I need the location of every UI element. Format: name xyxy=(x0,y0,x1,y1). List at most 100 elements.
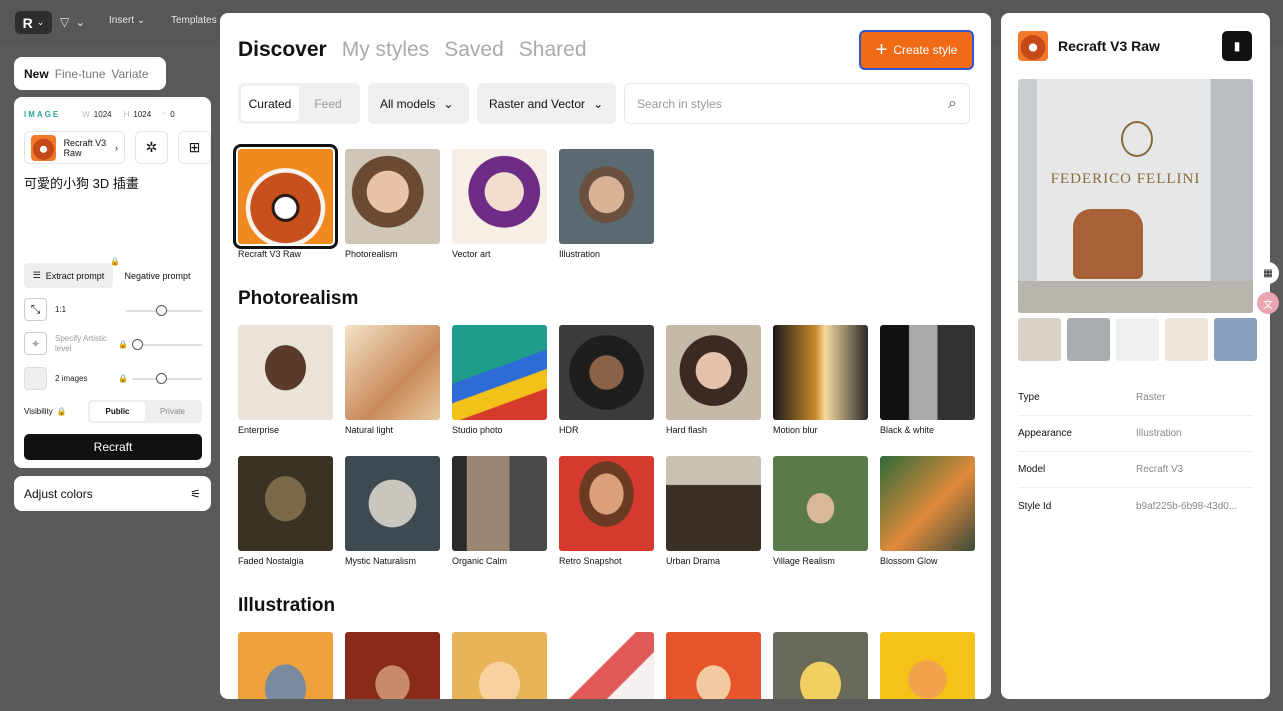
sparkle-icon: ✦ xyxy=(24,332,47,355)
prop-type: Type Raster xyxy=(1018,380,1253,416)
search-icon: ⌕ xyxy=(948,94,957,112)
insert-menu[interactable]: Insert ⌄ xyxy=(109,15,145,26)
prompt-input[interactable]: 可愛的小狗 3D 插畫 xyxy=(24,173,139,192)
seed-input[interactable]: 0 xyxy=(170,110,174,119)
style-card-illustration[interactable]: Illustration xyxy=(559,149,654,259)
prop-key: Type xyxy=(1018,392,1040,403)
style-card-blossom-glow[interactable]: Blossom Glow xyxy=(880,456,975,566)
preview-thumbnail[interactable] xyxy=(1116,318,1159,361)
style-card-label: Natural light xyxy=(345,425,394,435)
aspect-ratio-icon[interactable]: ⤡ xyxy=(24,298,47,321)
search-placeholder: Search in styles xyxy=(637,96,722,111)
style-card-faded-nostalgia[interactable]: Faded Nostalgia xyxy=(238,456,333,566)
style-card-illustration-5[interactable] xyxy=(666,632,761,699)
brand-text: FEDERICO FELLINI xyxy=(1050,171,1201,187)
style-card-illustration-1[interactable] xyxy=(238,632,333,699)
tab-saved[interactable]: Saved xyxy=(444,38,504,62)
extract-prompt-label: Extract prompt xyxy=(45,270,105,281)
style-card-hard-flash[interactable]: Hard flash xyxy=(666,325,761,435)
add-image-button[interactable]: ⊞ xyxy=(178,131,211,164)
ratio-slider[interactable] xyxy=(126,305,202,316)
qr-code-icon[interactable]: ▦ xyxy=(1257,262,1279,284)
style-card-organic-calm[interactable]: Organic Calm xyxy=(452,456,547,566)
model-filter-dropdown[interactable]: All models ⌄ xyxy=(368,83,469,124)
style-card-studio-photo[interactable]: Studio photo xyxy=(452,325,547,435)
featured-grid: Recraft V3 Raw Photorealism Vector art I… xyxy=(233,144,654,259)
style-card-image xyxy=(345,325,440,420)
width-input[interactable]: 1024 xyxy=(94,110,112,119)
images-slider[interactable] xyxy=(132,373,202,384)
style-card-image xyxy=(238,456,333,551)
style-card-hdr[interactable]: HDR xyxy=(559,325,654,435)
style-card-illustration-7[interactable] xyxy=(880,632,975,699)
preview-thumbnail[interactable] xyxy=(1165,318,1208,361)
style-title: Recraft V3 Raw xyxy=(1018,31,1160,61)
style-card-mystic-naturalism[interactable]: Mystic Naturalism xyxy=(345,456,440,566)
preview-thumbnail[interactable] xyxy=(1018,318,1061,361)
style-card-photorealism[interactable]: Photorealism xyxy=(345,149,440,259)
style-card-image xyxy=(238,325,333,420)
style-card-image xyxy=(666,325,761,420)
prop-value[interactable]: b9af225b-6b98-43d0... xyxy=(1136,501,1253,512)
style-card-recraft-v3-raw[interactable]: Recraft V3 Raw xyxy=(233,144,338,259)
style-card-illustration-4[interactable] xyxy=(559,632,654,699)
bookmark-icon: ▮ xyxy=(1233,39,1241,53)
adjust-colors-button[interactable]: Adjust colors ⚟ xyxy=(14,476,211,511)
generation-panel: IMAGE W 1024 H 1024 ◜ 0 Recraft V3 Raw ›… xyxy=(14,97,211,468)
style-mix-button[interactable]: ✲ xyxy=(135,131,168,164)
curated-option[interactable]: Curated xyxy=(241,86,299,121)
style-card-label: Studio photo xyxy=(452,425,503,435)
chevron-right-icon: › xyxy=(115,142,118,153)
style-card-image xyxy=(452,149,547,244)
style-card-village-realism[interactable]: Village Realism xyxy=(773,456,868,566)
red-panda-thumbnail xyxy=(31,134,56,161)
artistic-slider[interactable] xyxy=(132,339,202,350)
private-option[interactable]: Private xyxy=(145,402,200,421)
bookmark-button[interactable]: ▮ xyxy=(1222,31,1252,61)
ratio-row: ⤡ 1:1 xyxy=(24,298,66,321)
model-name: Recraft V3 Raw xyxy=(63,137,107,158)
tab-discover[interactable]: Discover xyxy=(238,38,327,62)
templates-menu[interactable]: Templates xyxy=(171,15,217,26)
tab-variate[interactable]: Variate xyxy=(111,67,148,81)
visibility-label: Visibility xyxy=(24,407,53,416)
preview-thumbnail[interactable] xyxy=(1214,318,1257,361)
lock-icon: 🔒 xyxy=(110,257,120,266)
style-card-urban-drama[interactable]: Urban Drama xyxy=(666,456,761,566)
recraft-button[interactable]: Recraft xyxy=(24,434,202,460)
lock-icon: 🔒 xyxy=(118,340,128,349)
type-filter-dropdown[interactable]: Raster and Vector ⌄ xyxy=(477,83,616,124)
tab-my-styles[interactable]: My styles xyxy=(342,38,430,62)
images-slider-knob[interactable] xyxy=(156,373,167,384)
tab-fine-tune[interactable]: Fine-tune xyxy=(55,67,106,81)
tab-new[interactable]: New xyxy=(24,67,49,81)
artistic-slider-knob[interactable] xyxy=(132,339,143,350)
preview-thumbnail[interactable] xyxy=(1067,318,1110,361)
styles-search-input[interactable]: Search in styles ⌕ xyxy=(624,83,970,124)
style-card-natural-light[interactable]: Natural light xyxy=(345,325,440,435)
workspace-menu-button[interactable]: R ⌄ xyxy=(15,11,52,34)
model-select-button[interactable]: Recraft V3 Raw › xyxy=(24,131,125,164)
tab-shared[interactable]: Shared xyxy=(519,38,587,62)
preview-thumbnails xyxy=(1018,318,1257,361)
style-card-illustration-2[interactable] xyxy=(345,632,440,699)
ratio-slider-knob[interactable] xyxy=(156,305,167,316)
select-tool-button[interactable]: ▽ ⌄ xyxy=(60,12,96,32)
style-card-illustration-3[interactable] xyxy=(452,632,547,699)
negative-prompt-button[interactable]: Negative prompt xyxy=(113,263,202,288)
prop-style-id: Style Id b9af225b-6b98-43d0... xyxy=(1018,488,1253,524)
translate-icon[interactable]: 文 xyxy=(1257,292,1279,314)
create-style-button[interactable]: + Create style xyxy=(859,30,974,70)
style-card-vector-art[interactable]: Vector art xyxy=(452,149,547,259)
style-card-illustration-6[interactable] xyxy=(773,632,868,699)
height-input[interactable]: 1024 xyxy=(133,110,151,119)
lines-icon: ☰ xyxy=(32,270,41,280)
style-card-enterprise[interactable]: Enterprise xyxy=(238,325,333,435)
style-card-retro-snapshot[interactable]: Retro Snapshot xyxy=(559,456,654,566)
mode-tabs: New Fine-tune Variate xyxy=(14,57,166,90)
extract-prompt-button[interactable]: ☰ Extract prompt xyxy=(24,263,113,288)
style-card-motion-blur[interactable]: Motion blur xyxy=(773,325,868,435)
public-option[interactable]: Public xyxy=(90,402,145,421)
feed-option[interactable]: Feed xyxy=(299,86,357,121)
style-card-black-white[interactable]: Black & white xyxy=(880,325,975,435)
